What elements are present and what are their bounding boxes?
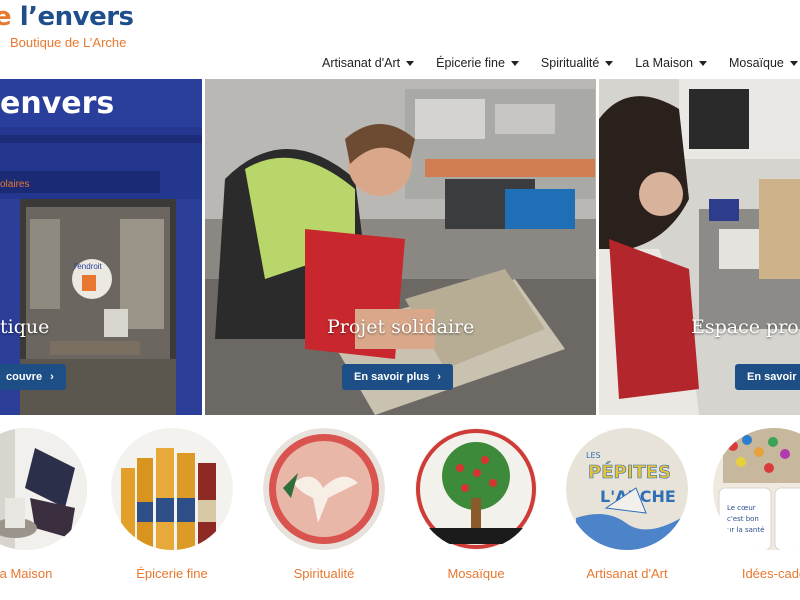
caret-down-icon <box>698 60 707 66</box>
category-label-la-maison: a Maison <box>0 566 53 581</box>
nav-item-spiritualite[interactable]: Spiritualité <box>541 56 614 70</box>
category-mosaique[interactable]: Mosaïque <box>414 428 538 581</box>
svg-text:LES: LES <box>586 451 601 460</box>
category-epicerie-fine[interactable]: Épicerie fine <box>110 428 234 581</box>
logo[interactable]: e l’envers Boutique de L’Arche <box>0 2 134 50</box>
page: e l’envers Boutique de L’Arche Artisanat… <box>0 0 800 600</box>
category-label-mosaique: Mosaïque <box>447 566 505 581</box>
caret-down-icon <box>605 60 614 66</box>
svg-text:envers: envers <box>0 86 114 121</box>
category-image-la-maison <box>0 428 87 550</box>
hero-title-boutique: tique <box>0 316 50 338</box>
category-idees-cadeaux[interactable]: Le cœur c'est bon ur la santé Idées-cade <box>712 428 800 581</box>
svg-text:ur la santé: ur la santé <box>727 526 764 534</box>
nav-item-maison[interactable]: La Maison <box>635 56 707 70</box>
category-image-mosaique <box>415 428 537 550</box>
category-label-artisanat-dart: Artisanat d'Art <box>586 566 668 581</box>
category-la-maison[interactable]: a Maison <box>0 428 88 581</box>
hero-panel-espace-pro[interactable]: Espace pro En savoir› <box>599 79 800 415</box>
chevron-right-icon: › <box>50 371 54 383</box>
category-image-artisanat-dart: LES PÉPITES L'ARCHE <box>566 428 688 550</box>
svg-text:olaires: olaires <box>0 179 29 190</box>
caret-down-icon <box>789 60 798 66</box>
chevron-right-icon: › <box>437 371 441 383</box>
hero-title-projet-solidaire: Projet solidaire <box>327 316 475 338</box>
nav-item-artisanat[interactable]: Artisanat d'Art <box>322 56 415 70</box>
category-image-spiritualite <box>263 428 385 550</box>
svg-text:PÉPITES: PÉPITES <box>588 461 671 483</box>
category-label-spiritualite: Spiritualité <box>293 566 355 581</box>
hero-button-en-savoir-plus[interactable]: En savoir plus › <box>342 364 453 390</box>
logo-wordmark: e l’envers <box>0 2 134 32</box>
logo-subtitle: Boutique de L’Arche <box>10 35 127 50</box>
svg-text:c'est bon: c'est bon <box>727 515 759 523</box>
category-label-epicerie-fine: Épicerie fine <box>136 566 208 581</box>
caret-down-icon <box>510 60 519 66</box>
caret-down-icon <box>406 60 415 66</box>
nav-item-epicerie[interactable]: Épicerie fine <box>436 56 519 70</box>
main-nav: Artisanat d'Art Épicerie fine Spirituali… <box>322 56 800 70</box>
hero-button-decouvre[interactable]: couvre › <box>0 364 66 390</box>
hero-panel-projet-solidaire[interactable]: Projet solidaire En savoir plus › <box>205 79 596 415</box>
category-label-idees-cadeaux: Idées-cade <box>741 566 800 581</box>
svg-text:Le cœur: Le cœur <box>727 504 756 512</box>
hero-button-en-savoir[interactable]: En savoir› <box>735 364 800 390</box>
svg-text:l'endroit: l'endroit <box>74 262 103 271</box>
hero-title-espace-pro: Espace pro <box>691 316 799 338</box>
category-spiritualite[interactable]: Spiritualité <box>262 428 386 581</box>
category-artisanat-dart[interactable]: LES PÉPITES L'ARCHE Artisanat d'Art <box>565 428 689 581</box>
category-image-idees-cadeaux: Le cœur c'est bon ur la santé <box>713 428 800 550</box>
nav-item-mosaique[interactable]: Mosaïque <box>729 56 798 70</box>
category-image-epicerie-fine <box>111 428 233 550</box>
hero-panel-boutique[interactable]: envers olaires l'endroit tique couvre › <box>0 79 202 415</box>
